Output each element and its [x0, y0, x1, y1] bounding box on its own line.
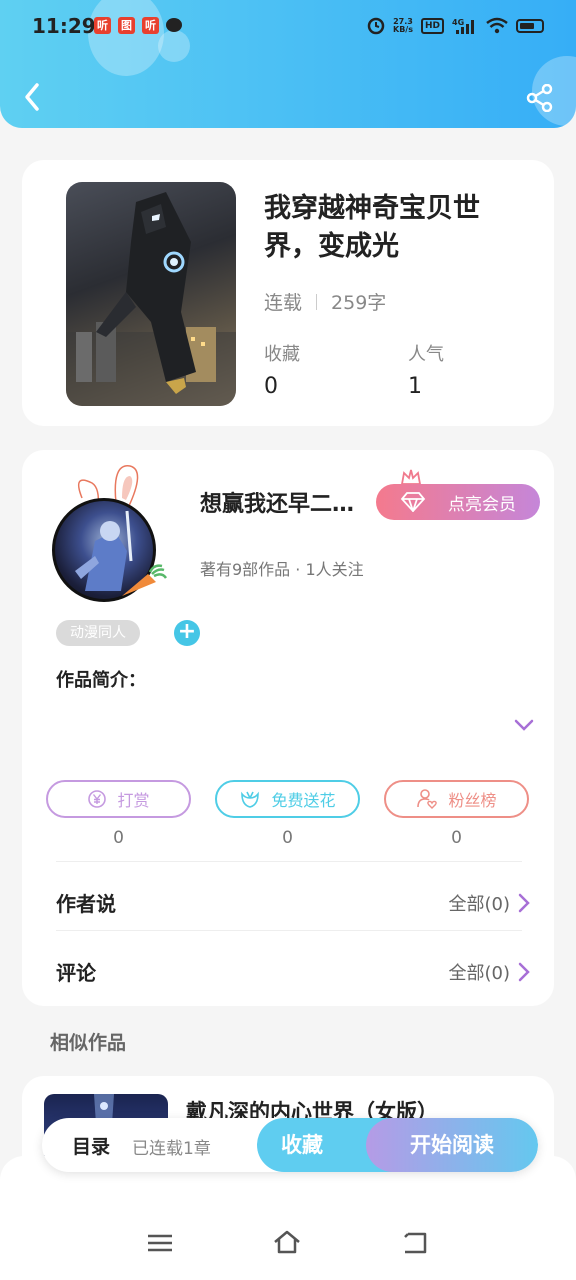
divider: [316, 293, 318, 310]
popularity-label: 人气: [408, 344, 444, 365]
alarm-icon: [367, 17, 385, 35]
book-word-count: 259字: [331, 292, 387, 314]
reward-label: 打赏: [117, 791, 150, 810]
intro-label: 作品简介：: [56, 670, 146, 691]
vip-label: 点亮会员: [448, 494, 516, 515]
chevron-right-icon: [518, 893, 530, 913]
chapter-count: 已连载1章: [132, 1139, 211, 1159]
menu-icon[interactable]: [145, 1228, 175, 1258]
add-tag-icon[interactable]: +: [174, 620, 200, 646]
comments-label[interactable]: 评论: [56, 957, 96, 986]
back-nav-icon[interactable]: [401, 1228, 431, 1258]
top-header: 11:29 听 图 听 27.3 KB/s HD 4G: [0, 0, 576, 128]
popularity-value: 1: [408, 374, 422, 399]
author-says-all-link[interactable]: 全部(0): [449, 890, 531, 916]
wifi-icon: [486, 17, 508, 34]
diamond-icon: [400, 492, 426, 512]
fan-ranking-label: 粉丝榜: [448, 791, 497, 810]
net-speed: 27.3 KB/s: [393, 17, 413, 34]
book-status: 连载: [264, 292, 303, 314]
svg-text:4G: 4G: [452, 18, 464, 27]
home-icon[interactable]: [272, 1228, 302, 1258]
comments-count: 全部(0): [448, 963, 511, 984]
chevron-down-icon[interactable]: [514, 718, 534, 732]
status-bar: 11:29 听 图 听 27.3 KB/s HD 4G: [0, 0, 576, 54]
share-icon[interactable]: [526, 84, 554, 112]
book-info-card: 我穿越神奇宝贝世界，变成光 连载 259字 收藏 0 人气 1: [22, 160, 554, 426]
genre-tag[interactable]: 动漫同人: [56, 620, 140, 646]
book-meta: 连载 259字: [264, 288, 386, 315]
notification-icon: 听: [94, 17, 111, 34]
send-flower-button[interactable]: 免费送花: [215, 780, 360, 818]
vip-membership-button[interactable]: 点亮会员: [376, 484, 540, 520]
favorites-label: 收藏: [264, 344, 300, 365]
start-reading-button[interactable]: 开始阅读: [366, 1118, 538, 1172]
author-says-label[interactable]: 作者说: [56, 888, 116, 917]
flower-count: 0: [282, 828, 293, 848]
signal-4g-icon: 4G: [452, 18, 474, 34]
bottom-action-bar: 目录 已连载1章 收藏 开始阅读: [42, 1118, 538, 1172]
favorites-value: 0: [264, 374, 278, 399]
book-title: 我穿越神奇宝贝世界，变成光: [264, 193, 480, 262]
author-card: 想赢我还早二… 点亮会员 著有9部作品 · 1人关注 动漫同人 + 作品简介： …: [22, 450, 554, 1006]
reward-count: 0: [113, 828, 124, 848]
hd-icon: HD: [420, 18, 444, 34]
notification-icon: 图: [118, 17, 135, 34]
back-icon[interactable]: [22, 82, 42, 112]
notification-icon: 听: [142, 17, 159, 34]
book-cover-image[interactable]: [66, 182, 236, 406]
author-says-count: 全部(0): [448, 894, 511, 915]
reward-button[interactable]: 打赏: [46, 780, 191, 818]
status-time: 11:29: [32, 14, 96, 38]
flower-icon: [241, 791, 260, 808]
send-flower-label: 免费送花: [271, 791, 336, 810]
divider: [56, 930, 522, 931]
comments-all-link[interactable]: 全部(0): [449, 959, 531, 985]
author-name[interactable]: 想赢我还早二…: [200, 486, 354, 518]
carrot-icon: [122, 564, 168, 596]
chat-notification-icon: [166, 18, 182, 32]
table-of-contents-button[interactable]: 目录: [72, 1132, 110, 1159]
yen-coin-icon: [88, 790, 107, 808]
similar-works-title: 相似作品: [50, 1032, 127, 1054]
chevron-right-icon: [518, 962, 530, 982]
user-heart-icon: [417, 789, 438, 809]
divider: [56, 861, 522, 862]
fan-count: 0: [451, 828, 462, 848]
bottom-panel: [0, 1156, 576, 1280]
fan-ranking-button[interactable]: 粉丝榜: [384, 780, 529, 818]
status-icons: 27.3 KB/s HD 4G: [367, 16, 544, 36]
author-stats: 著有9部作品 · 1人关注: [200, 560, 364, 579]
battery-icon: [516, 19, 544, 33]
